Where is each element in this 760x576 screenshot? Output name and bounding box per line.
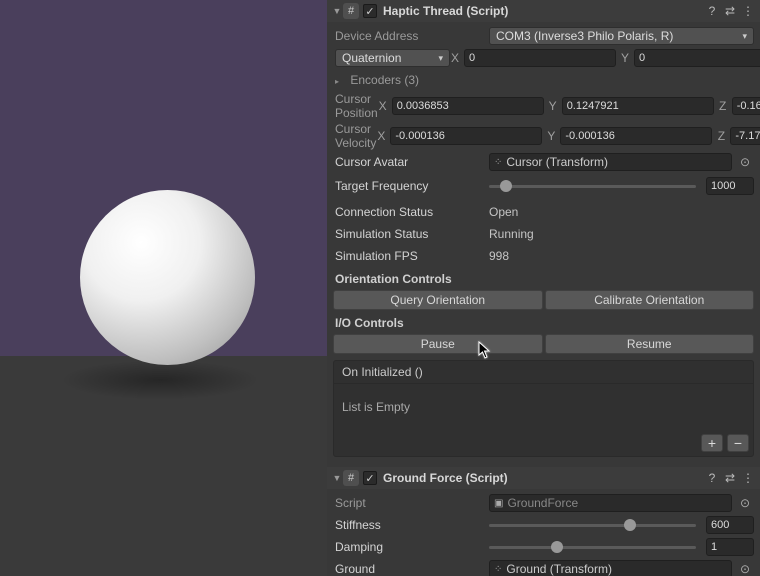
foldout-right-icon: ▸ [335,77,345,86]
simulation-status-label: Simulation Status [333,227,489,241]
y-axis-label: Y [620,51,630,65]
menu-icon[interactable]: ⋮ [740,471,756,485]
simulation-fps-label: Simulation FPS [333,249,489,263]
y-axis-label: Y [546,129,556,143]
target-frequency-label: Target Frequency [333,179,489,193]
event-remove-button[interactable]: − [727,434,749,452]
resume-button[interactable]: Resume [545,334,755,354]
cursor-pos-x-input[interactable] [392,97,544,115]
stiffness-label: Stiffness [333,518,489,532]
slider-handle[interactable] [500,180,512,192]
calibrate-orientation-button[interactable]: Calibrate Orientation [545,290,755,310]
object-ref-icon: ⁘ [494,157,502,168]
script-label: Script [333,496,489,510]
query-orientation-button[interactable]: Query Orientation [333,290,543,310]
scene-view[interactable] [0,0,327,576]
slider-handle[interactable] [624,519,636,531]
orientation-mode-value: Quaternion [342,51,401,65]
script-icon: # [343,3,359,19]
cursor-velocity-label: Cursor Velocity [333,122,376,150]
device-address-label: Device Address [333,29,489,43]
preset-icon[interactable]: ⇄ [722,4,738,18]
component-title: Haptic Thread (Script) [383,4,702,18]
ground-field[interactable]: ⁘ Ground (Transform) [489,560,732,576]
cursor-vel-y-input[interactable] [560,127,712,145]
cursor-avatar-label: Cursor Avatar [333,155,489,169]
slider-handle[interactable] [551,541,563,553]
event-header: On Initialized () [334,361,753,384]
target-frequency-slider[interactable] [489,185,696,188]
ground-force-header[interactable]: ▼ # Ground Force (Script) ? ⇄ ⋮ [327,467,760,489]
script-value: GroundForce [507,496,578,510]
cursor-pos-y-input[interactable] [562,97,714,115]
simulation-status-value: Running [489,227,534,241]
event-empty-text: List is Empty [334,384,753,430]
z-axis-label: Z [716,129,726,143]
object-picker-icon[interactable]: ⊙ [736,496,754,510]
component-enabled-checkbox[interactable] [363,4,377,18]
haptic-thread-body: Device Address COM3 (Inverse3 Philo Pola… [327,22,760,461]
cursor-avatar-value: Cursor (Transform) [506,155,608,169]
menu-icon[interactable]: ⋮ [740,4,756,18]
foldout-arrow-icon[interactable]: ▼ [331,473,343,483]
cursor-position-label: Cursor Position [333,92,378,120]
damping-label: Damping [333,540,489,554]
orientation-mode-dropdown[interactable]: Quaternion [335,49,450,67]
ground-force-body: Script ▣ GroundForce ⊙ Stiffness Damping [327,489,760,576]
pause-button[interactable]: Pause [333,334,543,354]
cursor-vel-z-input[interactable] [730,127,760,145]
connection-status-value: Open [489,205,518,219]
script-icon: # [343,470,359,486]
script-field[interactable]: ▣ GroundForce [489,494,732,512]
event-add-button[interactable]: + [701,434,723,452]
preset-icon[interactable]: ⇄ [722,471,738,485]
object-ref-icon: ⁘ [494,564,502,575]
cursor-pos-z-input[interactable] [732,97,760,115]
cursor-avatar-field[interactable]: ⁘ Cursor (Transform) [489,153,732,171]
component-title: Ground Force (Script) [383,471,702,485]
x-axis-label: X [450,51,460,65]
connection-status-label: Connection Status [333,205,489,219]
on-initialized-event: On Initialized () List is Empty + − [333,360,754,457]
stiffness-slider[interactable] [489,524,696,527]
target-frequency-input[interactable] [706,177,754,195]
damping-slider[interactable] [489,546,696,549]
x-axis-label: X [376,129,386,143]
orientation-mode-cell: Quaternion [333,49,450,67]
x-axis-label: X [378,99,388,113]
damping-input[interactable] [706,538,754,556]
cursor-vel-x-input[interactable] [390,127,542,145]
cursor-avatar-sphere [80,190,255,365]
simulation-fps-value: 998 [489,249,509,263]
help-icon[interactable]: ? [704,4,720,18]
component-enabled-checkbox[interactable] [363,471,377,485]
device-address-value: COM3 (Inverse3 Philo Polaris, R) [496,29,673,43]
io-controls-title: I/O Controls [335,316,754,330]
ground-label: Ground [333,562,489,576]
orientation-controls-title: Orientation Controls [335,272,754,286]
object-picker-icon[interactable]: ⊙ [736,562,754,576]
foldout-arrow-icon[interactable]: ▼ [331,6,343,16]
script-ref-icon: ▣ [494,498,503,509]
y-axis-label: Y [548,99,558,113]
z-axis-label: Z [718,99,728,113]
help-icon[interactable]: ? [704,471,720,485]
device-address-dropdown[interactable]: COM3 (Inverse3 Philo Polaris, R) [489,27,754,45]
quat-x-input[interactable] [464,49,616,67]
stiffness-input[interactable] [706,516,754,534]
encoders-label[interactable]: ▸ Encoders (3) [333,73,489,87]
object-picker-icon[interactable]: ⊙ [736,155,754,169]
inspector-panel: ▼ # Haptic Thread (Script) ? ⇄ ⋮ Device … [327,0,760,576]
sphere-shadow [60,360,260,400]
haptic-thread-header[interactable]: ▼ # Haptic Thread (Script) ? ⇄ ⋮ [327,0,760,22]
quat-y-input[interactable] [634,49,760,67]
ground-value: Ground (Transform) [506,562,612,576]
